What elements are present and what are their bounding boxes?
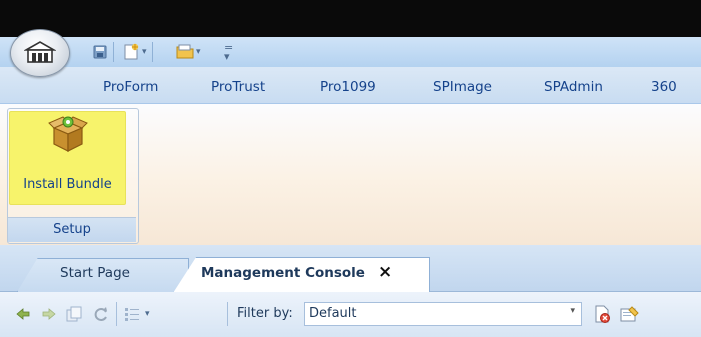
new-document-button[interactable]: ▾	[122, 42, 147, 62]
copy-icon	[66, 306, 82, 322]
back-arrow-icon	[16, 308, 30, 320]
package-box-icon	[48, 116, 88, 152]
chevron-down-icon[interactable]: ▾	[142, 47, 147, 57]
new-document-icon	[124, 43, 139, 60]
filter-label: Filter by:	[237, 306, 293, 321]
delete-button[interactable]	[593, 303, 611, 325]
filter-dropdown[interactable]: Default ▾	[304, 302, 582, 326]
qat-separator	[113, 42, 114, 62]
refresh-icon	[94, 307, 107, 321]
forward-button[interactable]	[42, 303, 56, 325]
install-bundle-label: Install Bundle	[23, 177, 112, 192]
properties-button[interactable]	[620, 303, 640, 325]
forward-arrow-icon	[42, 308, 56, 320]
qat-separator	[152, 42, 153, 62]
window-titlebar	[0, 0, 701, 37]
tab-management-console-label: Management Console	[201, 265, 365, 281]
setup-group-label: Setup	[8, 217, 136, 242]
tab-start-page-label: Start Page	[60, 265, 130, 281]
chevron-down-icon[interactable]: ▾	[145, 309, 150, 319]
delete-icon	[595, 305, 610, 323]
back-button[interactable]	[16, 303, 30, 325]
customize-qat-icon: = ▾	[224, 41, 234, 63]
ribbon-tab-pro1099[interactable]: Pro1099	[320, 79, 376, 95]
application-menu-button[interactable]	[10, 29, 70, 77]
toolbar-separator	[227, 302, 228, 326]
ribbon-tab-spadmin[interactable]: SPAdmin	[544, 79, 603, 95]
chevron-down-icon[interactable]: ▾	[196, 47, 201, 57]
customize-qat-button[interactable]: = ▾	[224, 42, 233, 62]
toolbar-separator	[116, 302, 117, 326]
ribbon-tab-proform[interactable]: ProForm	[103, 79, 158, 95]
ribbon-tab-spimage[interactable]: SPImage	[433, 79, 492, 95]
open-folder-button[interactable]: ▾	[176, 42, 201, 62]
ribbon-tab-protrust[interactable]: ProTrust	[211, 79, 265, 95]
save-icon	[93, 45, 107, 59]
install-bundle-button[interactable]: Install Bundle	[9, 111, 126, 205]
chevron-down-icon[interactable]: ▾	[570, 306, 575, 316]
properties-icon	[620, 306, 639, 322]
close-tab-icon[interactable]: ×	[378, 262, 392, 282]
copy-button[interactable]	[66, 303, 82, 325]
view-options-button[interactable]: ▾	[124, 303, 150, 325]
refresh-button[interactable]	[93, 303, 109, 325]
save-button[interactable]	[93, 42, 107, 62]
filter-value: Default	[309, 306, 357, 321]
building-icon	[24, 41, 56, 63]
open-folder-icon	[176, 44, 194, 59]
list-view-icon	[125, 308, 139, 321]
ribbon-tab-360[interactable]: 360	[651, 79, 677, 95]
